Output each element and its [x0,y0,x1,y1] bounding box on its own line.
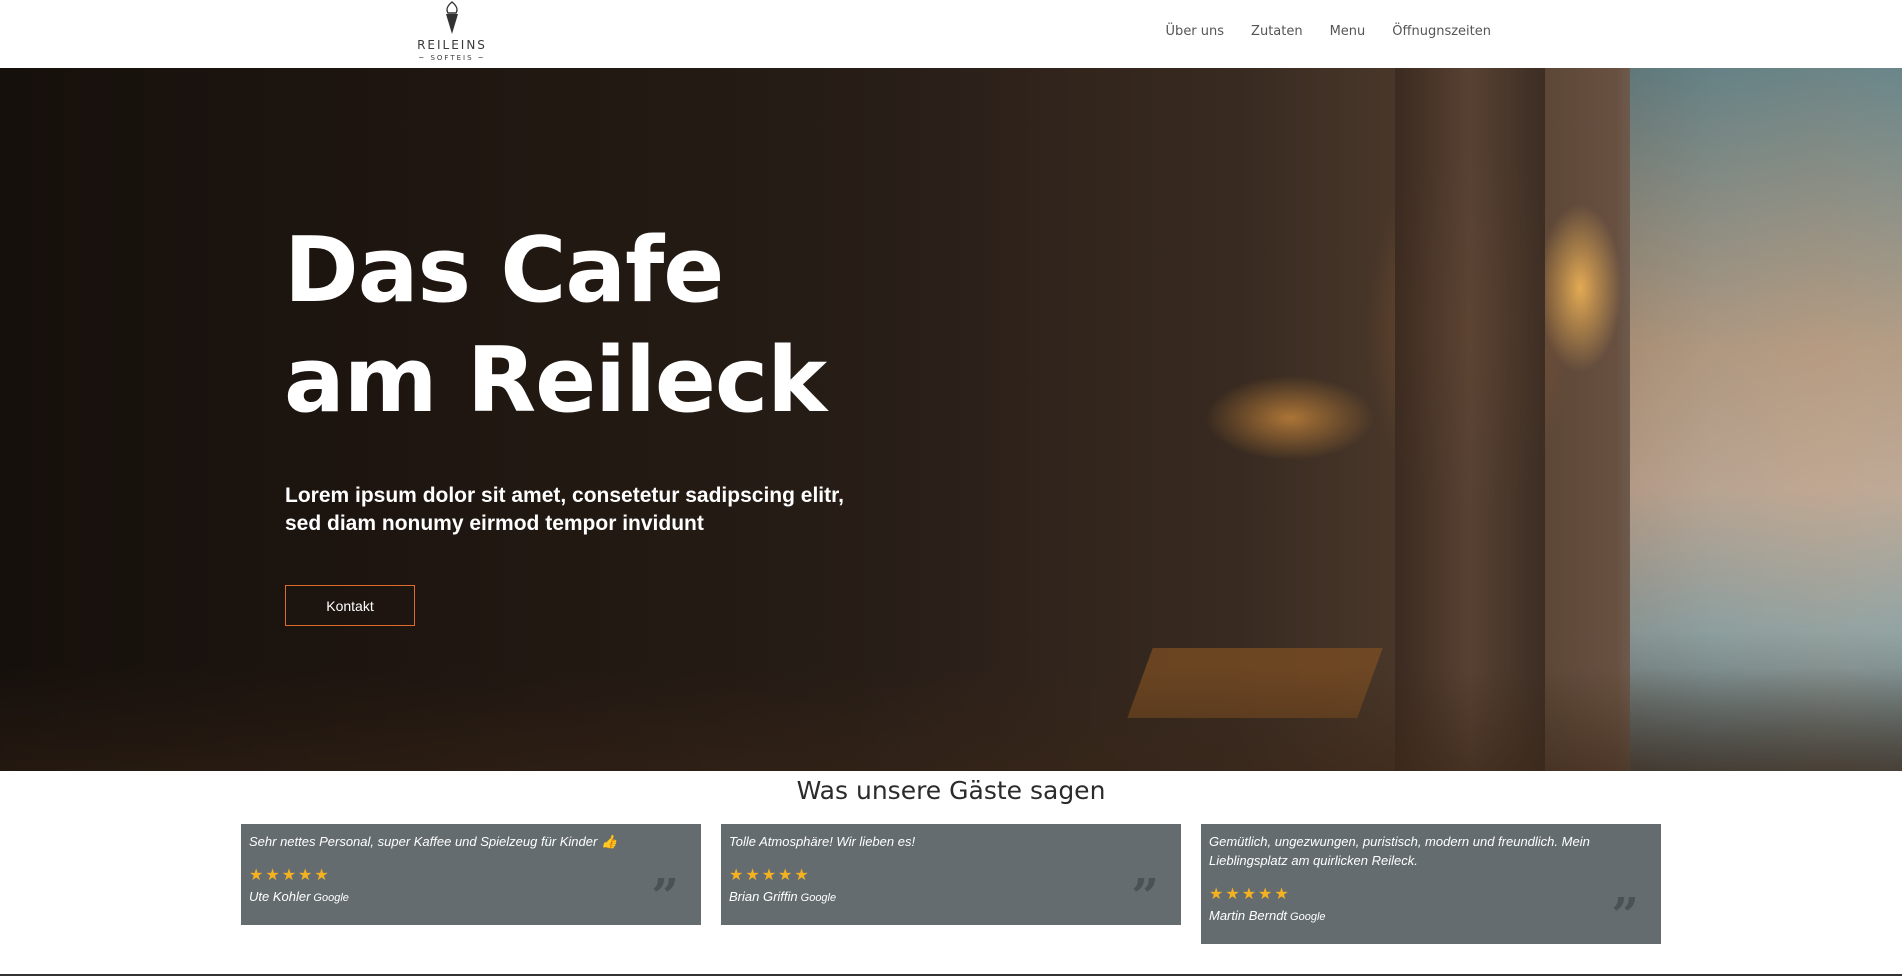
nav-item-oeffnungszeiten[interactable]: Öffnugnszeiten [1392,24,1491,39]
testimonial-text: Gemütlich, ungezwungen, puristisch, mode… [1209,834,1590,868]
site-header: REILEINS ~ SOFTEIS ~ Über uns Zutaten Me… [0,0,1902,68]
nav-item-ueber-uns[interactable]: Über uns [1166,24,1225,39]
testimonial-author: Martin Berndt Google [1209,908,1653,923]
hero-title-line-1: Das Cafe [284,218,724,323]
star-rating-icon: ★★★★★ [729,867,811,884]
logo-subtitle: ~ SOFTEIS ~ [418,54,486,62]
hero-subtitle-line-2: sed diam nonumy eirmod tempor invidunt [285,512,704,535]
ice-cream-icon [446,1,458,34]
main-nav: Über uns Zutaten Menu Öffnugnszeiten [1139,24,1491,39]
nav-item-menu[interactable]: Menu [1330,24,1366,39]
testimonial-card: Gemütlich, ungezwungen, puristisch, mode… [1201,824,1661,944]
testimonial-author-name: Martin Berndt [1209,908,1288,923]
quote-icon: ” [1131,869,1159,925]
testimonial-card: Tolle Atmosphäre! Wir lieben es! ★★★★★ B… [721,824,1181,925]
hero-subtitle: Lorem ipsum dolor sit amet, consetetur s… [285,482,905,538]
testimonial-source: Google [1290,911,1326,923]
kontakt-button[interactable]: Kontakt [285,585,415,626]
testimonial-source: Google [800,892,837,904]
testimonial-author: Brian Griffin Google [729,889,1173,904]
nav-item-zutaten[interactable]: Zutaten [1251,24,1303,39]
testimonial-card: Sehr nettes Personal, super Kaffee und S… [241,824,701,925]
hero-subtitle-line-1: Lorem ipsum dolor sit amet, consetetur s… [285,484,844,507]
logo-name: REILEINS [417,38,487,52]
quote-icon: ” [651,869,679,925]
testimonial-source: Google [313,892,349,904]
star-rating-icon: ★★★★★ [249,867,331,884]
quote-icon: ” [1611,888,1639,944]
testimonial-author: Ute Kohler Google [249,889,693,904]
testimonial-author-name: Brian Griffin [729,889,798,904]
testimonial-author-name: Ute Kohler [249,889,311,904]
testimonial-text: Sehr nettes Personal, super Kaffee und S… [249,834,618,849]
hero-section: Das Cafe am Reileck Lorem ipsum dolor si… [0,68,1902,771]
hero-title-line-2: am Reileck [284,328,827,433]
testimonial-text: Tolle Atmosphäre! Wir lieben es! [729,834,916,849]
star-rating-icon: ★★★★★ [1209,886,1291,903]
site-logo[interactable]: REILEINS ~ SOFTEIS ~ [410,0,494,68]
hero-title: Das Cafe am Reileck [284,216,827,436]
testimonials-title: Was unsere Gäste sagen [796,776,1106,805]
